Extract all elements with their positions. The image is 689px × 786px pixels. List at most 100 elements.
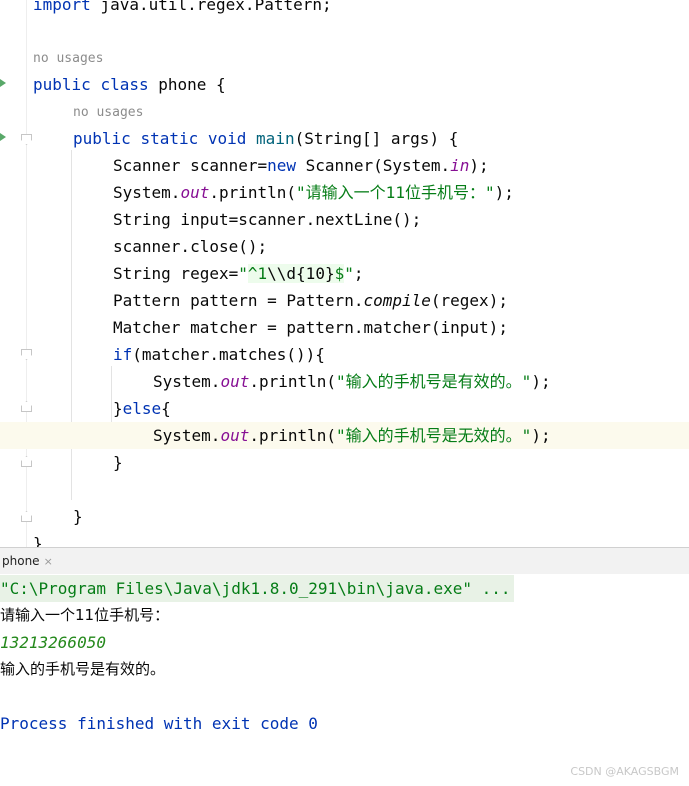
code-token: java.util.regex.Pattern; bbox=[100, 0, 332, 14]
code-line-close-if[interactable]: } bbox=[0, 449, 689, 476]
code-token: out bbox=[220, 372, 250, 391]
code-token: ); bbox=[494, 183, 514, 202]
code-token: Scanner scanner= bbox=[113, 156, 268, 175]
console-output: 输入的手机号是有效的。 bbox=[0, 660, 166, 678]
code-token: scanner.close(); bbox=[113, 237, 268, 256]
code-token: static bbox=[140, 129, 208, 148]
code-line-close[interactable]: scanner.close(); bbox=[0, 233, 689, 260]
code-text: } bbox=[33, 530, 43, 547]
watermark: CSDN @AKAGSBGM bbox=[570, 765, 679, 778]
console-finished: Process finished with exit code 0 bbox=[0, 714, 318, 733]
code-token: "输入的手机号是无效的。" bbox=[336, 426, 532, 445]
code-token: ); bbox=[469, 156, 489, 175]
code-token: String input=scanner.nextLine(); bbox=[113, 210, 422, 229]
code-text: }else{ bbox=[113, 395, 171, 422]
code-line-print2[interactable]: System.out.println("输入的手机号是有效的。"); bbox=[0, 368, 689, 395]
code-token: compile bbox=[363, 291, 431, 310]
code-token: { bbox=[161, 399, 171, 418]
code-line-if[interactable]: if(matcher.matches()){ bbox=[0, 341, 689, 368]
code-text: public static void main(String[] args) { bbox=[73, 125, 458, 152]
code-line-main[interactable]: public static void main(String[] args) { bbox=[0, 125, 689, 152]
code-token: .println( bbox=[249, 426, 337, 445]
code-token: (String[] args) { bbox=[294, 129, 459, 148]
code-line-regex[interactable]: String regex="^1\\d{10}$"; bbox=[0, 260, 689, 287]
code-line-else[interactable]: }else{ bbox=[0, 395, 689, 422]
run-console[interactable]: "C:\Program Files\Java\jdk1.8.0_291\bin\… bbox=[0, 574, 689, 786]
code-text: public class phone { bbox=[33, 71, 226, 98]
code-line-close-class[interactable]: } bbox=[0, 530, 689, 547]
usage-hint: no usages bbox=[33, 51, 104, 66]
code-line-print3[interactable]: System.out.println("输入的手机号是无效的。"); bbox=[0, 422, 689, 449]
code-token: (regex); bbox=[430, 291, 508, 310]
code-line-close-main[interactable]: } bbox=[0, 503, 689, 530]
code-line-input[interactable]: String input=scanner.nextLine(); bbox=[0, 206, 689, 233]
code-token: out bbox=[180, 183, 210, 202]
code-token: public bbox=[73, 129, 141, 148]
code-text: Scanner scanner=new Scanner(System.in); bbox=[113, 152, 489, 179]
code-text: String input=scanner.nextLine(); bbox=[113, 206, 421, 233]
usage-hint: no usages bbox=[73, 105, 144, 120]
code-token: "请输入一个11位手机号：" bbox=[296, 183, 495, 202]
code-text: System.out.println("输入的手机号是无效的。"); bbox=[153, 422, 551, 449]
code-token: if bbox=[113, 345, 133, 364]
code-text: if(matcher.matches()){ bbox=[113, 341, 325, 368]
code-text: } bbox=[113, 449, 123, 476]
code-text: } bbox=[73, 503, 83, 530]
code-text: System.out.println("输入的手机号是有效的。"); bbox=[153, 368, 551, 395]
code-token: \\d bbox=[267, 264, 297, 283]
code-text: String regex="^1\\d{10}$"; bbox=[113, 260, 364, 287]
code-token: {10} bbox=[296, 264, 335, 283]
code-token: in bbox=[450, 156, 470, 175]
console-header: phone × bbox=[0, 547, 689, 576]
code-token: void bbox=[207, 129, 257, 148]
code-token: .println( bbox=[209, 183, 297, 202]
code-token: System. bbox=[153, 426, 221, 445]
console-user-input: 13213266050 bbox=[0, 633, 106, 652]
code-line-blank[interactable] bbox=[0, 476, 689, 503]
code-token: main bbox=[256, 129, 295, 148]
code-token: ); bbox=[531, 372, 551, 391]
tab-label: phone bbox=[2, 554, 40, 568]
code-token: ); bbox=[531, 426, 551, 445]
code-token: public bbox=[33, 75, 101, 94]
code-token: } bbox=[113, 453, 123, 472]
code-token: else bbox=[122, 399, 162, 418]
code-token: phone { bbox=[158, 75, 226, 94]
code-token: Matcher matcher = pattern.matcher(input)… bbox=[113, 318, 508, 337]
console-prompt: 请输入一个11位手机号： bbox=[0, 606, 170, 624]
code-token: String regex= bbox=[113, 264, 239, 283]
code-text: scanner.close(); bbox=[113, 233, 267, 260]
code-text: Pattern pattern = Pattern.compile(regex)… bbox=[113, 287, 508, 314]
code-token: Scanner(System. bbox=[305, 156, 451, 175]
code-token: } bbox=[33, 534, 43, 547]
code-editor[interactable]: import java.util.regex.Pattern; no usages… bbox=[0, 0, 689, 547]
console-command: "C:\Program Files\Java\jdk1.8.0_291\bin\… bbox=[0, 575, 514, 602]
code-token: (matcher.matches()){ bbox=[132, 345, 325, 364]
code-line-matcher[interactable]: Matcher matcher = pattern.matcher(input)… bbox=[0, 314, 689, 341]
code-text: System.out.println("请输入一个11位手机号："); bbox=[113, 179, 514, 206]
code-line-scanner[interactable]: Scanner scanner=new Scanner(System.in); bbox=[0, 152, 689, 179]
code-token: Pattern pattern = Pattern. bbox=[113, 291, 364, 310]
code-token: out bbox=[220, 426, 250, 445]
close-icon[interactable]: × bbox=[44, 555, 53, 568]
code-token: import bbox=[33, 0, 101, 14]
code-line-class[interactable]: public class phone { bbox=[0, 71, 689, 98]
code-line-pattern[interactable]: Pattern pattern = Pattern.compile(regex)… bbox=[0, 287, 689, 314]
code-token: .println( bbox=[249, 372, 337, 391]
code-token: } bbox=[113, 399, 123, 418]
code-text: Matcher matcher = pattern.matcher(input)… bbox=[113, 314, 508, 341]
code-token: new bbox=[267, 156, 306, 175]
code-text: import java.util.regex.Pattern; bbox=[33, 0, 332, 18]
tab-phone[interactable]: phone × bbox=[0, 548, 57, 576]
code-token: " bbox=[344, 264, 354, 283]
code-token: " bbox=[238, 264, 248, 283]
code-token: System. bbox=[113, 183, 181, 202]
code-token: } bbox=[73, 507, 83, 526]
code-token: $ bbox=[334, 264, 345, 283]
code-token: ^1 bbox=[247, 264, 268, 283]
code-line-print1[interactable]: System.out.println("请输入一个11位手机号："); bbox=[0, 179, 689, 206]
code-token: System. bbox=[153, 372, 221, 391]
code-token: class bbox=[100, 75, 159, 94]
code-token: "输入的手机号是有效的。" bbox=[336, 372, 532, 391]
code-line-import[interactable]: import java.util.regex.Pattern; bbox=[0, 0, 689, 18]
